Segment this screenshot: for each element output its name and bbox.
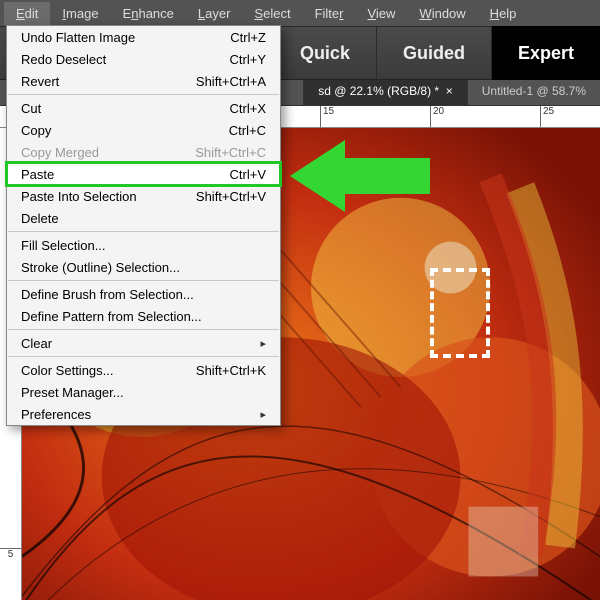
menu-help[interactable]: Help <box>478 2 529 25</box>
menu-select[interactable]: Select <box>242 2 302 25</box>
menu-enhance[interactable]: Enhance <box>111 2 186 25</box>
menu-item-fill[interactable]: Fill Selection... <box>7 234 280 256</box>
menu-view[interactable]: View <box>355 2 407 25</box>
menu-item-preferences[interactable]: Preferences <box>7 403 280 425</box>
mode-expert[interactable]: Expert <box>491 26 600 80</box>
menu-edit[interactable]: Edit <box>4 2 50 25</box>
menu-item-redo[interactable]: Redo DeselectCtrl+Y <box>7 48 280 70</box>
menu-item-color-settings[interactable]: Color Settings...Shift+Ctrl+K <box>7 359 280 381</box>
menu-item-undo[interactable]: Undo Flatten ImageCtrl+Z <box>7 26 280 48</box>
menu-item-paste-into[interactable]: Paste Into SelectionShift+Ctrl+V <box>7 185 280 207</box>
mode-quick[interactable]: Quick <box>273 26 376 80</box>
doc-tab-1[interactable]: sd @ 22.1% (RGB/8) * × <box>303 80 467 105</box>
doc-tab-1-label: sd @ 22.1% (RGB/8) * <box>318 84 439 98</box>
separator <box>8 231 279 232</box>
separator <box>8 280 279 281</box>
menu-item-define-brush[interactable]: Define Brush from Selection... <box>7 283 280 305</box>
menu-item-delete[interactable]: Delete <box>7 207 280 229</box>
menu-item-paste[interactable]: PasteCtrl+V <box>7 163 280 185</box>
menu-item-clear[interactable]: Clear <box>7 332 280 354</box>
menu-filter[interactable]: Filter <box>303 2 356 25</box>
menu-item-cut[interactable]: CutCtrl+X <box>7 97 280 119</box>
menu-item-copy-merged: Copy MergedShift+Ctrl+C <box>7 141 280 163</box>
mode-guided[interactable]: Guided <box>376 26 491 80</box>
menu-window[interactable]: Window <box>407 2 477 25</box>
separator <box>8 329 279 330</box>
doc-tab-2[interactable]: Untitled-1 @ 58.7% <box>467 80 600 105</box>
menu-layer[interactable]: Layer <box>186 2 243 25</box>
menu-item-preset-manager[interactable]: Preset Manager... <box>7 381 280 403</box>
menu-image[interactable]: Image <box>50 2 110 25</box>
separator <box>8 94 279 95</box>
close-icon[interactable]: × <box>446 84 453 98</box>
menu-item-revert[interactable]: RevertShift+Ctrl+A <box>7 70 280 92</box>
marquee-selection[interactable] <box>430 268 490 358</box>
menu-item-copy[interactable]: CopyCtrl+C <box>7 119 280 141</box>
edit-menu-dropdown: Undo Flatten ImageCtrl+Z Redo DeselectCt… <box>6 25 281 426</box>
separator <box>8 356 279 357</box>
menu-item-define-pattern[interactable]: Define Pattern from Selection... <box>7 305 280 327</box>
menubar: Edit Image Enhance Layer Select Filter V… <box>0 0 600 26</box>
menu-item-stroke[interactable]: Stroke (Outline) Selection... <box>7 256 280 278</box>
